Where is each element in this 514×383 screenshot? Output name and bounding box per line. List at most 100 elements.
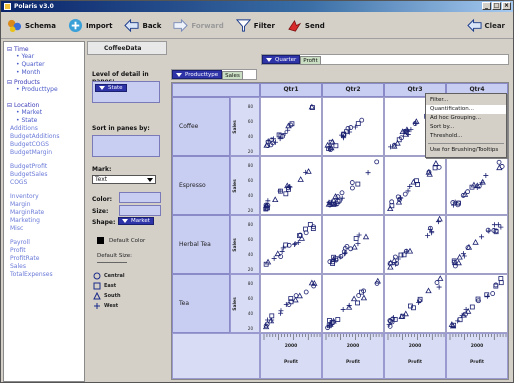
color-shelf[interactable] bbox=[119, 192, 161, 203]
y-axis: Sales 80 60 40 20 bbox=[230, 215, 260, 274]
schema-group-time[interactable]: ⊟ Time bbox=[7, 46, 81, 53]
columns-pill-quarter[interactable]: Quarter bbox=[262, 55, 301, 64]
data-point bbox=[432, 160, 440, 166]
scatter-pane[interactable] bbox=[384, 215, 446, 274]
y-tick-label: 60 bbox=[247, 178, 253, 183]
schema-field[interactable]: BudgetCOGS bbox=[7, 141, 81, 149]
schema-field[interactable]: Misc bbox=[7, 225, 81, 233]
pill-label: Market bbox=[131, 218, 150, 224]
schema-field[interactable]: BudgetProfit bbox=[7, 163, 81, 171]
schema-field[interactable]: COGS bbox=[7, 179, 81, 187]
schema-field[interactable]: Sales bbox=[7, 263, 81, 271]
data-point bbox=[355, 121, 361, 127]
default-color-swatch[interactable] bbox=[97, 237, 104, 244]
menu-item-filter[interactable]: Filter... bbox=[426, 96, 506, 105]
schema-field[interactable]: Inventory bbox=[7, 193, 81, 201]
schema-item-quarter[interactable]: • Quarter bbox=[7, 61, 81, 69]
level-pill-state[interactable]: State bbox=[95, 84, 127, 92]
scatter-pane[interactable] bbox=[260, 156, 322, 215]
scatter-pane[interactable] bbox=[260, 97, 322, 156]
rows-pill-sales[interactable]: Sales bbox=[222, 71, 243, 80]
rows-shelf[interactable]: Producttype Sales bbox=[171, 69, 257, 80]
row-header: Coffee bbox=[172, 97, 230, 156]
column-header: Qtr1 bbox=[260, 83, 322, 97]
tab-coffeedata[interactable]: CoffeeData bbox=[87, 41, 167, 55]
schema-field[interactable]: ProfitRate bbox=[7, 255, 81, 263]
menu-item-adhoc-grouping[interactable]: Ad hoc Grouping... bbox=[426, 114, 506, 123]
schema-button[interactable]: Schema bbox=[7, 18, 56, 33]
columns-pill-profit[interactable]: Profit bbox=[300, 56, 321, 65]
schema-group-location[interactable]: ⊟ Location bbox=[7, 102, 81, 109]
scatter-plot bbox=[386, 275, 444, 329]
size-slider[interactable] bbox=[97, 262, 127, 263]
chevron-down-icon bbox=[99, 86, 105, 90]
scatter-pane[interactable] bbox=[260, 215, 322, 274]
schema-field[interactable]: Margin bbox=[7, 201, 81, 209]
scatter-pane[interactable] bbox=[322, 97, 384, 156]
data-point bbox=[436, 164, 442, 170]
size-shelf[interactable] bbox=[119, 205, 161, 216]
schema-field[interactable]: MarginRate bbox=[7, 209, 81, 217]
data-point bbox=[432, 165, 438, 171]
x-axis-title: Profit bbox=[407, 360, 423, 365]
config-panel: CoffeeData Level of detail in panes: Sta… bbox=[87, 41, 167, 382]
shape-label: Shape: bbox=[92, 219, 116, 226]
data-point bbox=[351, 243, 358, 250]
legend-label: West bbox=[104, 303, 119, 309]
scatter-pane[interactable] bbox=[322, 156, 384, 215]
schema-field[interactable]: Additions bbox=[7, 125, 81, 133]
schema-item-label: Year bbox=[21, 53, 35, 60]
level-of-detail-shelf[interactable]: State bbox=[92, 81, 160, 103]
import-button[interactable]: Import bbox=[68, 18, 112, 33]
maximize-button[interactable]: □ bbox=[492, 2, 501, 10]
scatter-pane[interactable] bbox=[384, 156, 446, 215]
schema-field[interactable]: Marketing bbox=[7, 217, 81, 225]
schema-field[interactable]: BudgetMargin bbox=[7, 149, 81, 157]
schema-field[interactable]: Payroll bbox=[7, 239, 81, 247]
scatter-pane[interactable] bbox=[322, 274, 384, 333]
schema-field[interactable]: TotalExpenses bbox=[7, 271, 81, 279]
schema-item-market[interactable]: • Market bbox=[7, 109, 81, 117]
menu-item-brushing[interactable]: Use for Brushing/Tooltips bbox=[426, 146, 506, 155]
rows-pill-producttype[interactable]: Producttype bbox=[172, 70, 223, 79]
mark-select[interactable]: Text bbox=[92, 175, 156, 184]
menu-item-sort-by[interactable]: Sort by... bbox=[426, 123, 506, 132]
menu-separator bbox=[428, 143, 504, 144]
forward-button[interactable]: Forward bbox=[173, 18, 224, 33]
send-button[interactable]: Send bbox=[287, 18, 325, 33]
scatter-plot bbox=[327, 232, 370, 266]
schema-field[interactable]: BudgetSales bbox=[7, 171, 81, 179]
data-point bbox=[355, 300, 360, 306]
close-button[interactable]: × bbox=[502, 2, 511, 10]
schema-item-producttype[interactable]: • Producttype bbox=[7, 86, 81, 94]
schema-field[interactable]: BudgetAdditions bbox=[7, 133, 81, 141]
schema-field[interactable]: Profit bbox=[7, 247, 81, 255]
schema-item-month[interactable]: • Month bbox=[7, 69, 81, 77]
clear-label: Clear bbox=[484, 21, 505, 30]
minimize-button[interactable]: _ bbox=[482, 2, 491, 10]
legend-south: South bbox=[93, 292, 121, 300]
schema-item-label: Month bbox=[21, 69, 41, 76]
scatter-pane[interactable] bbox=[322, 215, 384, 274]
back-button[interactable]: Back bbox=[124, 18, 161, 33]
scatter-pane[interactable] bbox=[384, 274, 446, 333]
schema-group-products[interactable]: ⊟ Products bbox=[7, 79, 81, 86]
scatter-pane[interactable] bbox=[446, 156, 508, 215]
data-point bbox=[267, 317, 275, 324]
data-point bbox=[297, 176, 304, 182]
data-point bbox=[460, 251, 466, 257]
shape-pill-market[interactable]: Market bbox=[118, 217, 154, 225]
scatter-pane[interactable] bbox=[446, 215, 508, 274]
clear-button[interactable]: Clear bbox=[466, 18, 505, 33]
schema-item-year[interactable]: • Year bbox=[7, 53, 81, 61]
filter-button[interactable]: Filter bbox=[235, 18, 275, 33]
back-arrow-icon bbox=[124, 18, 140, 33]
scatter-pane[interactable] bbox=[446, 274, 508, 333]
shape-shelf[interactable]: Market bbox=[118, 217, 154, 225]
scatter-pane[interactable] bbox=[260, 274, 322, 333]
schema-item-state[interactable]: • State bbox=[7, 117, 81, 125]
sort-shelf[interactable] bbox=[92, 135, 160, 157]
menu-item-quantification[interactable]: Quantification... bbox=[426, 105, 506, 114]
menu-item-threshold[interactable]: Threshold... bbox=[426, 132, 506, 141]
columns-shelf[interactable]: Quarter Profit bbox=[261, 54, 509, 65]
